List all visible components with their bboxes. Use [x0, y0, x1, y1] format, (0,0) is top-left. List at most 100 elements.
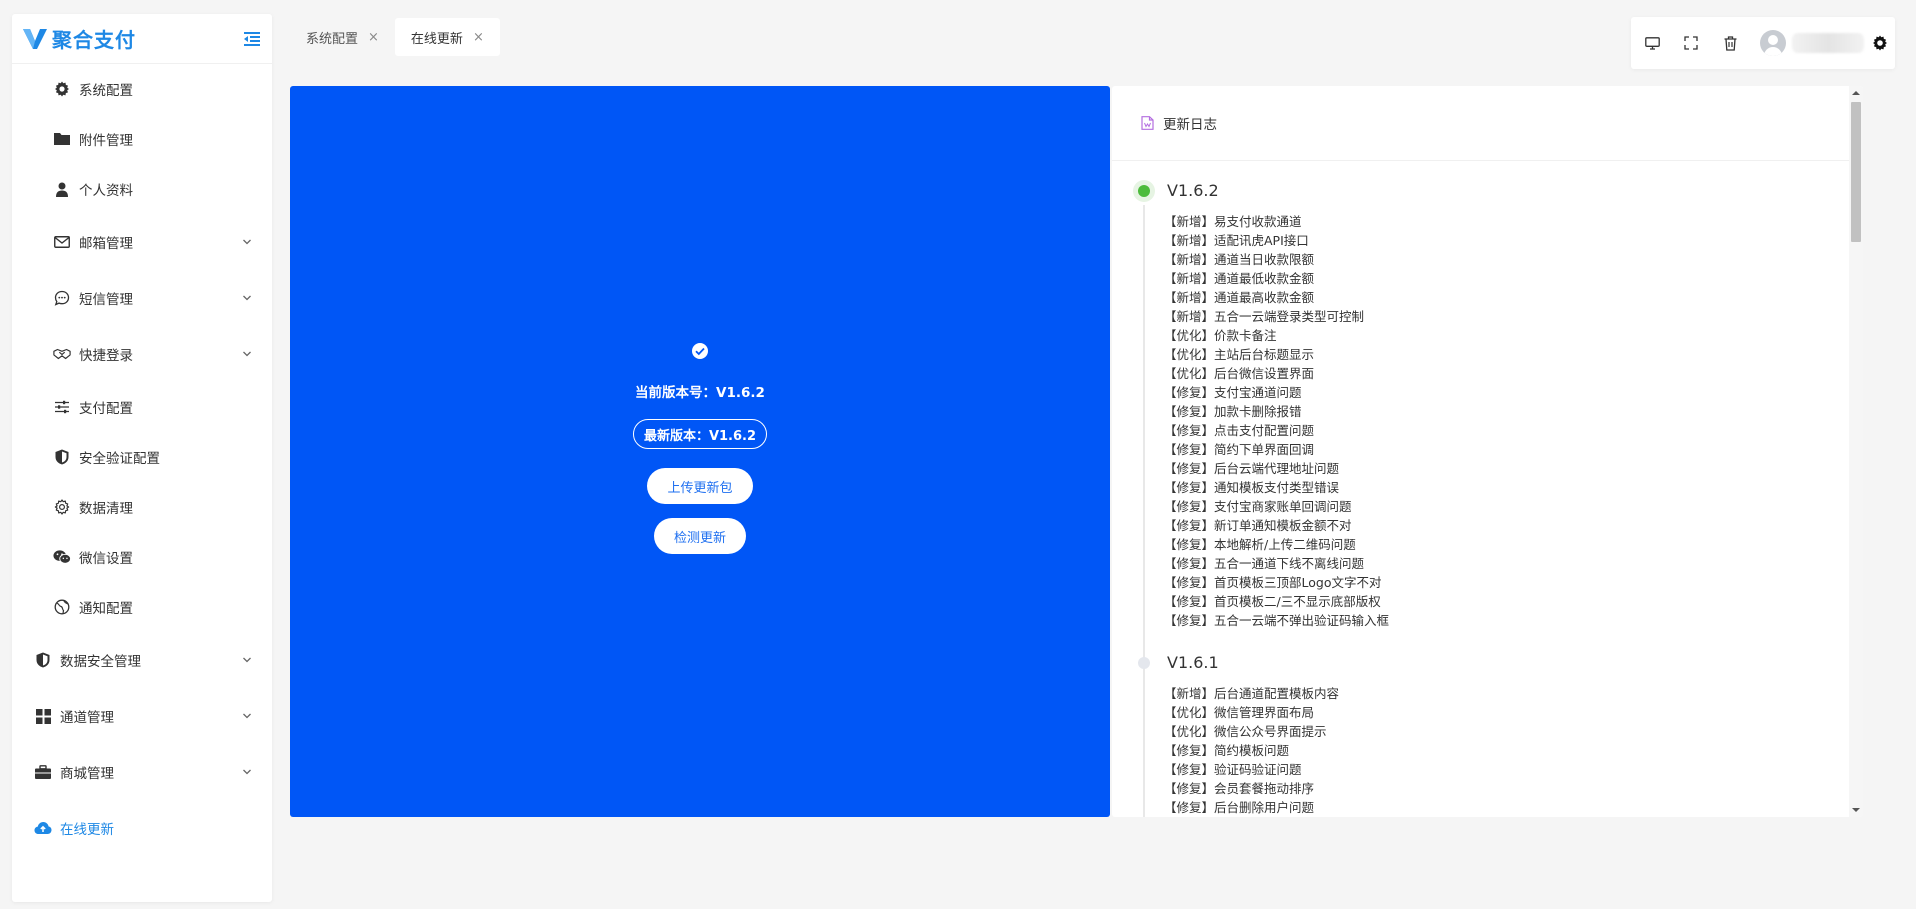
- clear-cache-button[interactable]: [1711, 23, 1750, 63]
- mail-icon: [53, 233, 71, 251]
- change-item: 【修复】首页模板三顶部Logo文字不对: [1164, 575, 1382, 590]
- chevron-down-icon: [242, 349, 252, 359]
- shield-icon: [34, 651, 52, 669]
- change-item: 【新增】易支付收款通道: [1164, 214, 1302, 229]
- header-toolbar: [1631, 17, 1895, 69]
- sidebar-item-shop[interactable]: 商城管理: [12, 744, 272, 800]
- sidebar-item-data-security[interactable]: 数据安全管理: [12, 632, 272, 688]
- sidebar-item-wechat[interactable]: 微信设置: [12, 532, 272, 582]
- close-icon[interactable]: ×: [473, 30, 484, 45]
- change-item: 【修复】通知模板支付类型错误: [1164, 480, 1340, 495]
- sidebar-item-payment-config[interactable]: 支付配置: [12, 382, 272, 432]
- change-item: 【优化】微信公众号界面提示: [1164, 724, 1327, 739]
- sidebar-item-system-config[interactable]: 系统配置: [12, 64, 272, 114]
- change-item: 【修复】新订单通知模板金额不对: [1164, 518, 1352, 533]
- sidebar-item-profile[interactable]: 个人资料: [12, 164, 272, 214]
- change-item: 【新增】通道当日收款限额: [1164, 252, 1315, 267]
- username-blurred: [1791, 33, 1864, 53]
- latest-version-badge: 最新版本：V1.6.2: [632, 419, 768, 449]
- timeline-dot: [1137, 656, 1151, 670]
- change-item: 【修复】后台云端代理地址问题: [1164, 461, 1340, 476]
- change-item: 【修复】后台删除用户问题: [1164, 800, 1315, 815]
- current-version: 当前版本号：V1.6.2: [635, 385, 765, 401]
- trash-icon: [1724, 35, 1737, 51]
- sidebar: 聚合支付 系统配置 附件管理 个人资料 邮箱管理 短信管理 快捷登录 支付配置 …: [12, 14, 272, 902]
- monitor-button[interactable]: [1633, 23, 1672, 63]
- sidebar-item-quick-login[interactable]: 快捷登录: [12, 326, 272, 382]
- changelog-panel: 更新日志 V1.6.2 【新增】易支付收款通道 【新增】适配讯虎API接口 【新…: [1112, 86, 1863, 817]
- version-label: V1.6.1: [1167, 653, 1219, 672]
- change-item: 【修复】五合一云端不弹出验证码输入框: [1164, 613, 1390, 628]
- settings-gear-icon: [1872, 35, 1888, 51]
- sidebar-item-channels[interactable]: 通道管理: [12, 688, 272, 744]
- change-item: 【修复】首页模板二/三不显示底部版权: [1164, 594, 1381, 609]
- folder-icon: [53, 130, 71, 148]
- chevron-down-icon: [242, 293, 252, 303]
- wechat-icon: [53, 548, 71, 566]
- change-item: 【修复】简约模板问题: [1164, 743, 1290, 758]
- brand-name: 聚合支付: [52, 28, 136, 52]
- tab-bar: 系统配置 × 在线更新 ×: [290, 18, 500, 56]
- sidebar-item-sms[interactable]: 短信管理: [12, 270, 272, 326]
- handshake-icon: [53, 345, 71, 363]
- version-block: V1.6.2 【新增】易支付收款通道 【新增】适配讯虎API接口 【新增】通道当…: [1133, 178, 1863, 630]
- shield-icon: [53, 448, 71, 466]
- tab-online-update[interactable]: 在线更新 ×: [394, 18, 500, 56]
- tab-system-config[interactable]: 系统配置 ×: [290, 18, 395, 56]
- cloud-upload-icon: [34, 819, 52, 837]
- sidebar-item-security-verify[interactable]: 安全验证配置: [12, 432, 272, 482]
- gear-icon: [53, 80, 71, 98]
- sidebar-item-label: 数据安全管理: [60, 654, 141, 670]
- sidebar-item-mail[interactable]: 邮箱管理: [12, 214, 272, 270]
- sidebar-item-label: 支付配置: [79, 401, 133, 417]
- sidebar-item-data-cleanup[interactable]: 数据清理: [12, 482, 272, 532]
- globe-icon: [53, 598, 71, 616]
- check-update-button[interactable]: 检测更新: [653, 518, 746, 554]
- chevron-down-icon: [242, 711, 252, 721]
- change-item: 【新增】适配讯虎API接口: [1164, 233, 1309, 248]
- change-item: 【新增】五合一云端登录类型可控制: [1164, 309, 1365, 324]
- sidebar-item-label: 短信管理: [79, 292, 133, 308]
- change-item: 【修复】本地解析/上传二维码问题: [1164, 537, 1356, 552]
- sidebar-item-label: 个人资料: [79, 183, 133, 199]
- changelog-header: 更新日志: [1112, 86, 1849, 161]
- change-item: 【优化】微信管理界面布局: [1164, 705, 1315, 720]
- change-item: 【优化】后台微信设置界面: [1164, 366, 1315, 381]
- sidebar-item-attachments[interactable]: 附件管理: [12, 114, 272, 164]
- sidebar-item-notify[interactable]: 通知配置: [12, 582, 272, 632]
- logo-icon: [22, 27, 48, 51]
- change-item: 【修复】五合一通道下线不离线问题: [1164, 556, 1365, 571]
- fullscreen-button[interactable]: [1672, 23, 1711, 63]
- fullscreen-icon: [1684, 36, 1699, 50]
- change-item: 【修复】验证码验证问题: [1164, 762, 1302, 777]
- scroll-up-icon[interactable]: [1852, 90, 1860, 96]
- changelog-title: 更新日志: [1163, 117, 1217, 133]
- settings-button[interactable]: [1866, 23, 1895, 63]
- changelog-timeline: V1.6.2 【新增】易支付收款通道 【新增】适配讯虎API接口 【新增】通道当…: [1112, 161, 1863, 817]
- message-icon: [53, 289, 71, 307]
- timeline-dot-active: [1133, 180, 1155, 202]
- sidebar-item-label: 在线更新: [60, 822, 114, 838]
- change-item: 【修复】加款卡删除报错: [1164, 404, 1302, 419]
- change-list: 【新增】后台通道配置模板内容 【优化】微信管理界面布局 【优化】微信公众号界面提…: [1164, 684, 1863, 817]
- sidebar-item-label: 通道管理: [60, 710, 114, 726]
- change-list: 【新增】易支付收款通道 【新增】适配讯虎API接口 【新增】通道当日收款限额 【…: [1164, 212, 1863, 630]
- scroll-down-icon[interactable]: [1852, 807, 1860, 813]
- chevron-down-icon: [242, 237, 252, 247]
- upload-package-button[interactable]: 上传更新包: [647, 468, 753, 504]
- sidebar-item-label: 邮箱管理: [79, 236, 133, 252]
- change-item: 【新增】通道最高收款金额: [1164, 290, 1315, 305]
- sidebar-item-online-update[interactable]: 在线更新: [12, 800, 272, 856]
- tab-label: 系统配置: [306, 31, 359, 47]
- change-item: 【新增】通道最低收款金额: [1164, 271, 1315, 286]
- chevron-down-icon: [242, 767, 252, 777]
- cog-outline-icon: [53, 498, 71, 516]
- sidebar-collapse-icon[interactable]: [242, 30, 262, 48]
- close-icon[interactable]: ×: [368, 30, 379, 45]
- scrollbar-thumb[interactable]: [1851, 102, 1861, 242]
- sidebar-item-label: 快捷登录: [79, 348, 133, 364]
- scrollbar[interactable]: [1849, 86, 1863, 817]
- user-menu[interactable]: [1759, 30, 1864, 56]
- change-item: 【修复】支付宝商家账单回调问题: [1164, 499, 1352, 514]
- sidebar-item-label: 微信设置: [79, 551, 133, 567]
